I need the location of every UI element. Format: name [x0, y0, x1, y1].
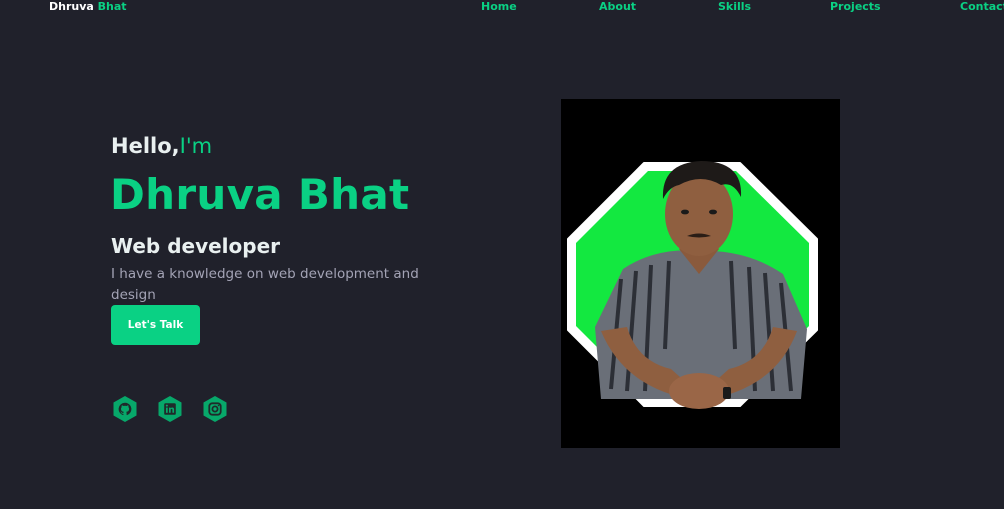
- linkedin-link[interactable]: [156, 395, 184, 423]
- nav-link-home[interactable]: Home: [481, 0, 517, 14]
- nav-link-contact[interactable]: Contact: [960, 0, 1004, 14]
- github-link[interactable]: [111, 395, 139, 423]
- hero-greeting: Hello,I'm: [111, 132, 212, 160]
- navbar: Dhruva Bhat Home About Skills Projects C…: [0, 0, 1004, 16]
- hero-description: I have a knowledge on web development an…: [111, 266, 419, 303]
- brand-logo[interactable]: Dhruva Bhat: [49, 0, 127, 14]
- profile-photo: [561, 99, 840, 448]
- instagram-icon: [203, 396, 227, 422]
- hero-role: Web developer: [111, 234, 281, 258]
- profile-photo-illustration: [567, 161, 818, 409]
- instagram-link[interactable]: [201, 395, 229, 423]
- hero-name: Dhruva Bhat: [110, 170, 410, 219]
- github-icon: [113, 396, 137, 422]
- linkedin-icon: [158, 396, 182, 422]
- brand-first-name: Dhruva: [49, 0, 94, 13]
- nav-link-skills[interactable]: Skills: [718, 0, 751, 14]
- brand-last-name: Bhat: [97, 0, 127, 13]
- greeting-text: Hello,: [111, 134, 180, 158]
- nav-link-projects[interactable]: Projects: [830, 0, 881, 14]
- lets-talk-button[interactable]: Let's Talk: [111, 305, 200, 345]
- greeting-accent: I'm: [179, 134, 213, 158]
- nav-link-about[interactable]: About: [599, 0, 636, 14]
